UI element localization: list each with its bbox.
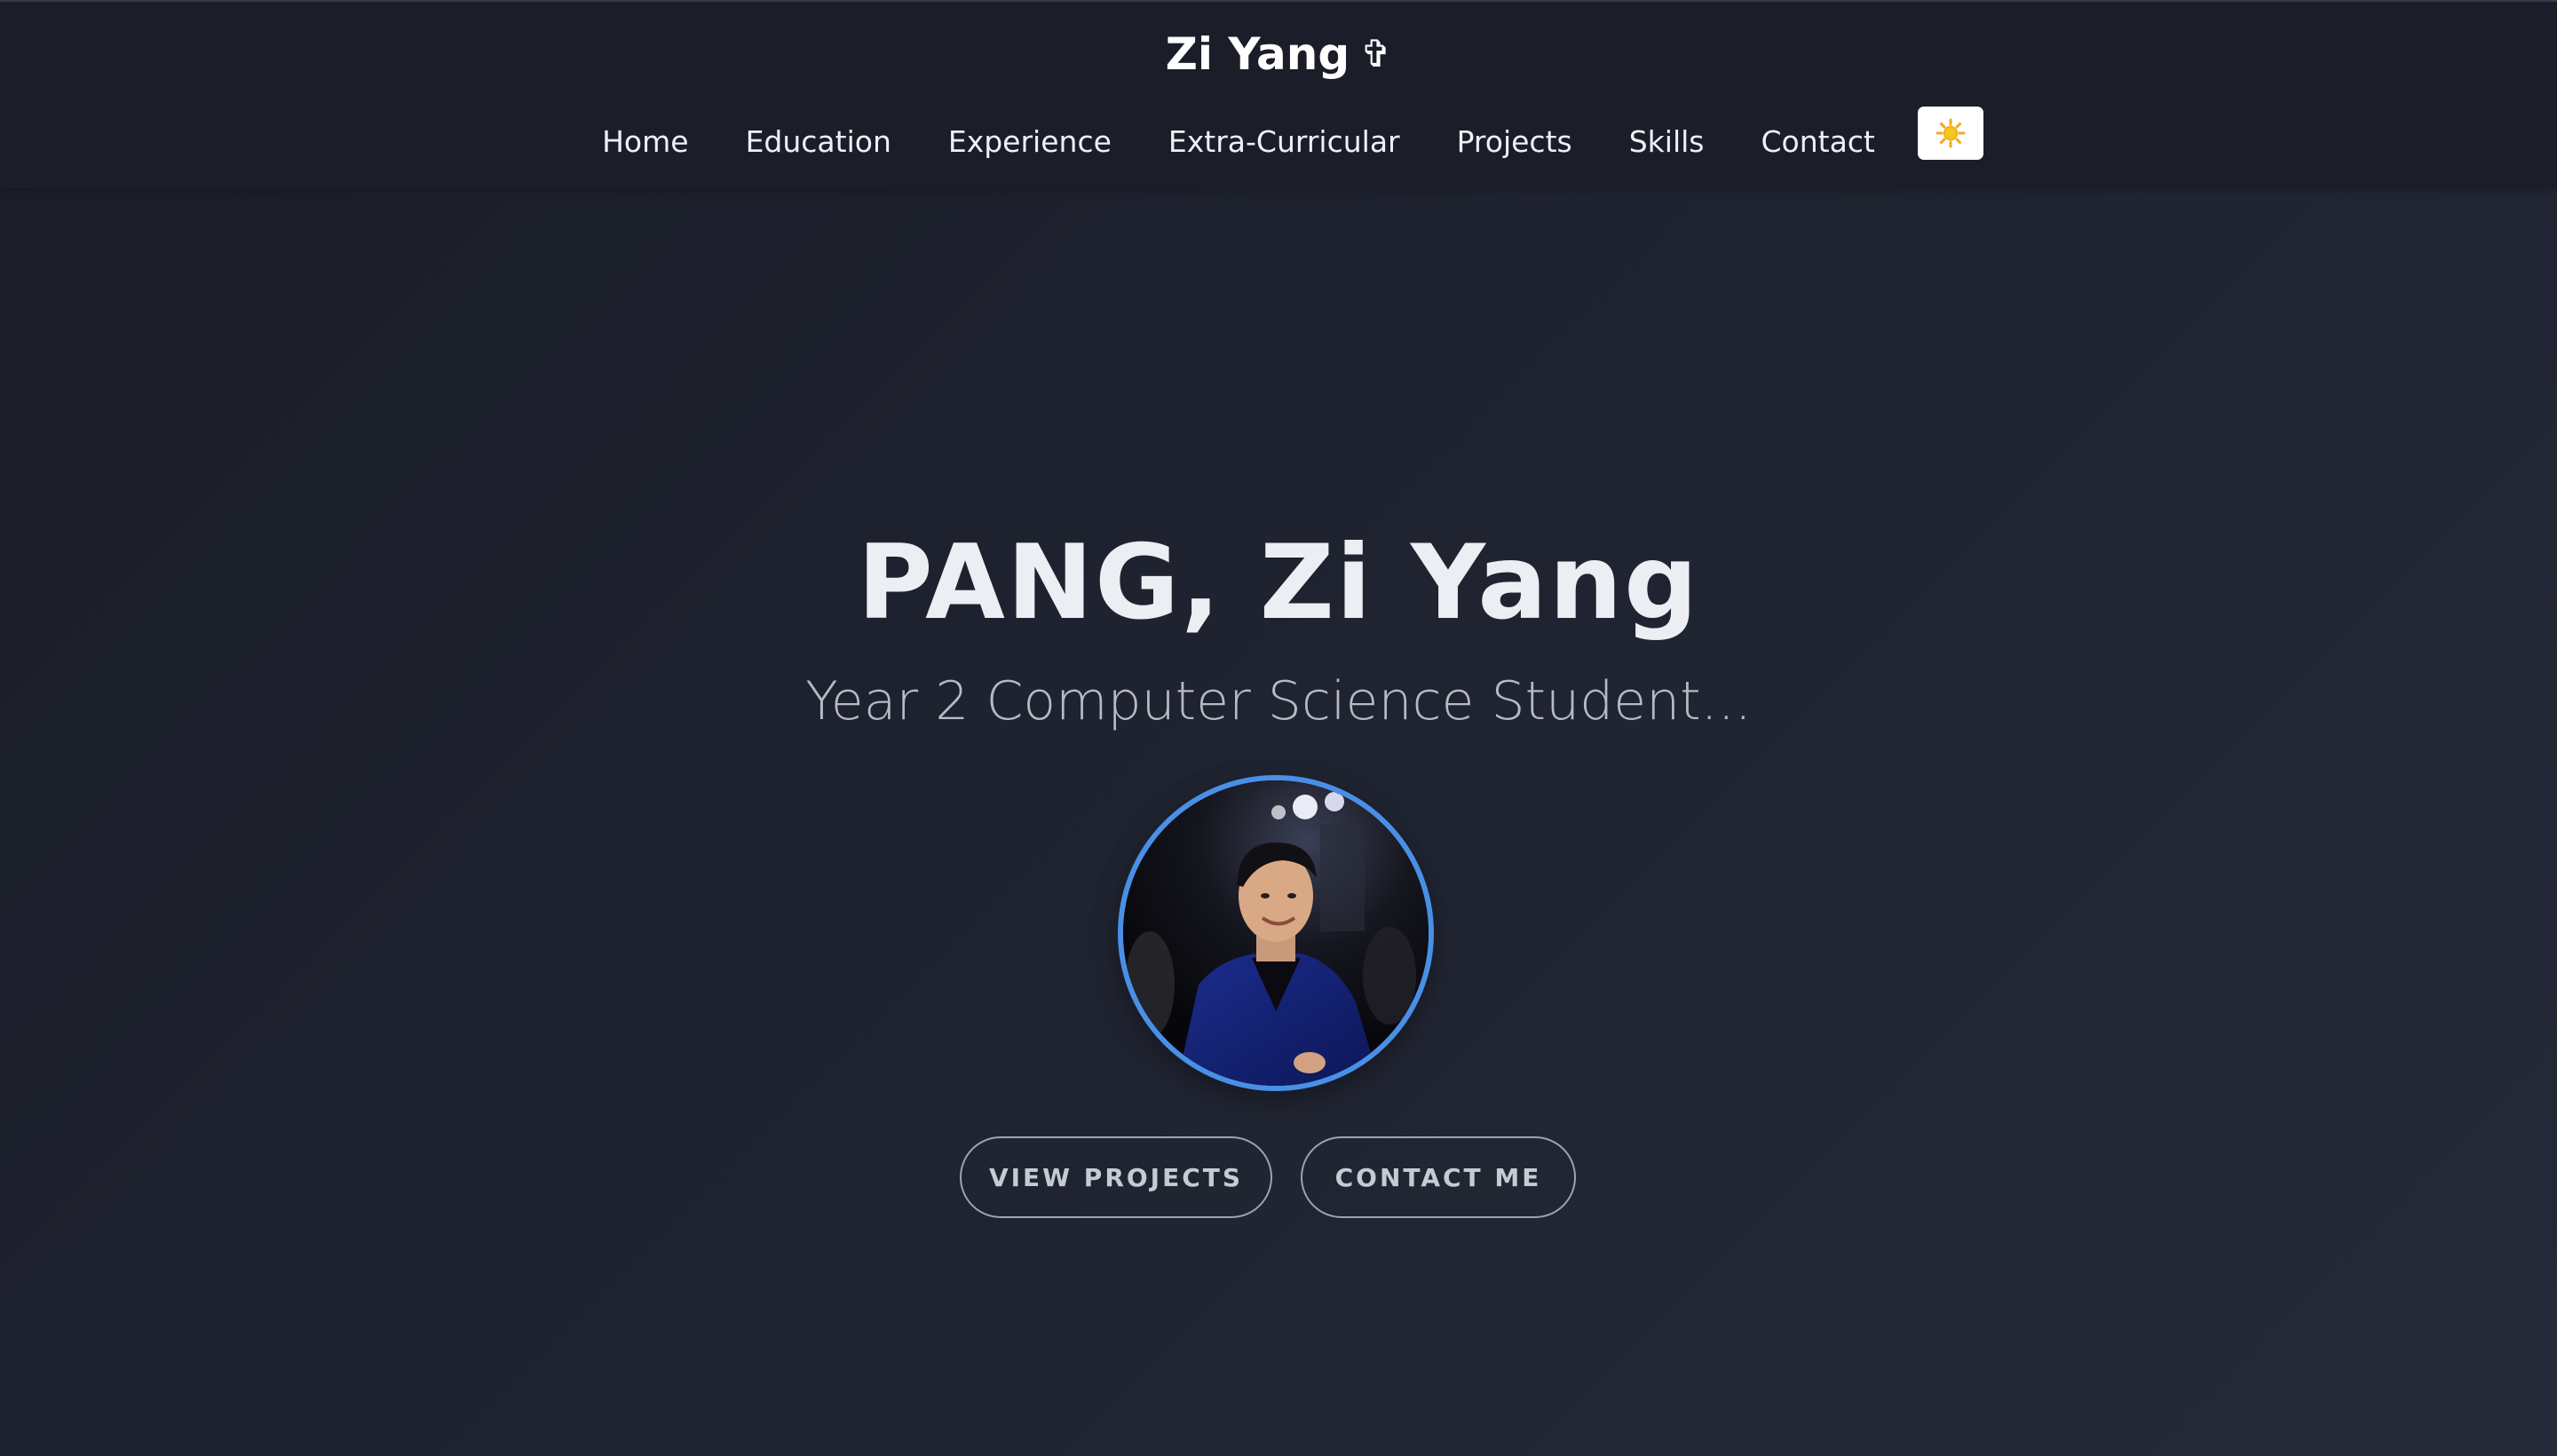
nav-item-extra-curricular[interactable]: Extra-Curricular bbox=[1140, 120, 1429, 164]
cross-icon: ✞ bbox=[1360, 32, 1392, 75]
theme-toggle-button[interactable] bbox=[1917, 107, 1983, 160]
nav-item-home[interactable]: Home bbox=[574, 120, 716, 164]
brand-name: Zi Yang bbox=[1165, 28, 1350, 80]
nav-item-education[interactable]: Education bbox=[717, 120, 920, 164]
sun-icon bbox=[1936, 118, 1966, 148]
profile-avatar bbox=[1118, 775, 1434, 1091]
nav-item-contact[interactable]: Contact bbox=[1732, 120, 1903, 164]
hero-subtitle: Year 2 Computer Science Student... bbox=[805, 670, 1752, 732]
main-nav: Home Education Experience Extra-Curricul… bbox=[0, 107, 2557, 169]
site-header: Zi Yang ✞ Home Education Experience Extra… bbox=[0, 2, 2557, 188]
nav-item-skills[interactable]: Skills bbox=[1601, 120, 1733, 164]
contact-me-button[interactable]: CONTACT ME bbox=[1301, 1136, 1576, 1218]
nav-item-experience[interactable]: Experience bbox=[920, 120, 1140, 164]
nav-item-projects[interactable]: Projects bbox=[1429, 120, 1601, 164]
brand-logo[interactable]: Zi Yang ✞ bbox=[0, 28, 2557, 80]
page: Zi Yang ✞ Home Education Experience Extra… bbox=[0, 0, 2557, 1456]
hero-title: PANG, Zi Yang bbox=[857, 523, 1700, 643]
hero-actions: VIEW PROJECTS CONTACT ME bbox=[0, 1136, 2557, 1218]
view-projects-button[interactable]: VIEW PROJECTS bbox=[960, 1136, 1272, 1218]
